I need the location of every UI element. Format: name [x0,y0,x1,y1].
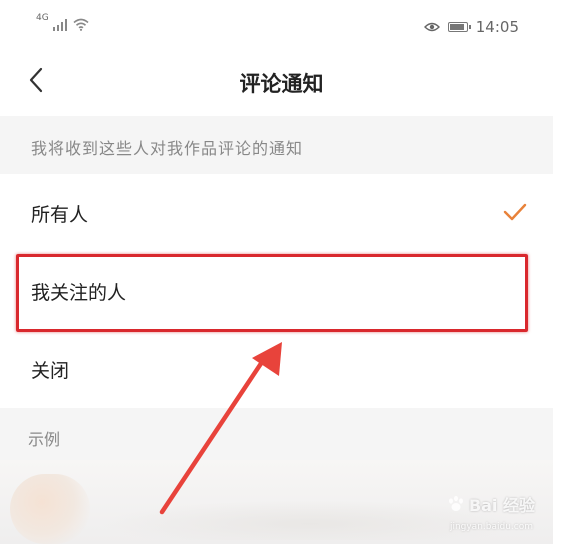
option-label: 我关注的人 [31,282,127,304]
watermark-sub: jingyan.baidu.com [449,522,533,532]
option-following[interactable]: 我关注的人 [0,252,553,330]
section-header-text: 我将收到这些人对我作品评论的通知 [31,139,304,158]
status-right: 14:05 [423,18,519,36]
battery-icon [447,22,471,32]
example-header: 示例 [0,408,553,460]
watermark-text: Bai 经验 [468,496,535,515]
signal-icon [52,19,67,31]
example-header-text: 示例 [28,430,61,449]
option-everyone[interactable]: 所有人 [0,174,553,252]
wifi-icon [73,18,89,31]
option-label: 关闭 [31,360,70,382]
status-left: 4G [36,13,89,31]
option-off[interactable]: 关闭 [0,330,553,408]
section-header: 我将收到这些人对我作品评论的通知 [0,116,553,174]
phone-screen: 4G 14:05 评论通知 我将收到这些人对我作品评论的通知 所有人 我关注的人… [0,0,563,544]
status-time: 14:05 [475,18,519,36]
status-bar: 4G 14:05 [0,0,563,56]
page-title: 评论通知 [239,72,324,96]
check-icon [503,203,527,221]
signal-label: 4G [36,13,49,23]
option-label: 所有人 [31,204,89,226]
eye-icon [423,22,440,32]
watermark-logo: Bai 经验 [447,492,535,516]
avatar-blur [10,474,90,544]
nav-bar: 评论通知 [0,56,563,112]
paw-icon [448,495,463,511]
